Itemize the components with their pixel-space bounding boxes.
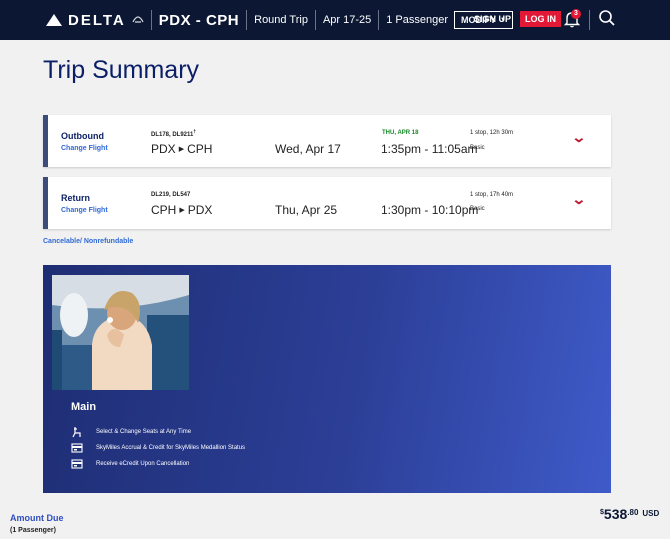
price-whole: 538 [603, 506, 628, 522]
expand-chevron-icon[interactable]: ⌄ [571, 191, 586, 208]
fare-class-title: Main [71, 401, 97, 413]
perk-item: Receive eCredit Upon Cancellation [71, 458, 189, 470]
flight-direction: Return [61, 193, 90, 203]
seat-select-icon [71, 426, 83, 438]
flight-card-outbound: Outbound Change Flight DL178, DL9211† PD… [43, 115, 611, 167]
flight-times: 1:35pm - 11:05am [381, 142, 478, 156]
destination-code: PDX [187, 203, 213, 217]
header-divider [314, 10, 316, 30]
perk-text: SkyMiles Accrual & Credit for SkyMiles M… [96, 445, 246, 451]
sign-up-link[interactable]: SIGN UP [474, 14, 511, 24]
flight-times: 1:30pm - 10:10pm [381, 203, 479, 217]
search-icon[interactable] [598, 9, 616, 27]
flight-number-footnote-mark: † [193, 129, 197, 135]
perk-item: Select & Change Seats at Any Time [71, 426, 191, 438]
delta-triangle-icon [46, 14, 62, 26]
destination-code: CPH [187, 142, 213, 156]
stops-duration: 1 stop, 12h 30m [470, 130, 514, 136]
trip-dates: Apr 17-25 [322, 14, 372, 26]
flight-route: CPH ▶ PDX [151, 203, 212, 217]
stops-duration: 1 stop, 17h 40m [470, 192, 514, 198]
amount-due-label: Amount Due [10, 513, 64, 523]
route-arrow-icon: ▶ [178, 146, 185, 153]
passenger-count: 1 Passenger [386, 14, 449, 26]
currency-code: USD [642, 509, 660, 518]
departure-date: Thu, Apr 25 [275, 203, 338, 217]
flight-card-return: Return Change Flight DL219, DL547 CPH ▶ … [43, 177, 611, 229]
flight-numbers: DL219, DL547 [151, 192, 191, 198]
origin-code: PDX [151, 142, 176, 156]
skymiles-card-icon [71, 442, 83, 454]
perk-item: SkyMiles Accrual & Credit for SkyMiles M… [71, 442, 245, 454]
delta-widget-icon [132, 14, 144, 27]
trip-type: Round Trip [254, 14, 308, 26]
fare-class: Basic [470, 206, 485, 212]
notification-badge: 3 [571, 9, 581, 19]
brand-name: DELTA [68, 11, 126, 29]
perk-text: Receive eCredit Upon Cancellation [96, 461, 190, 467]
total-price: $ 538 .80 USD [600, 506, 659, 522]
origin-code: CPH [151, 203, 177, 217]
flight-route: PDX ▶ CPH [151, 142, 212, 156]
arrival-date-note: THU, APR 18 [382, 130, 419, 136]
fare-promo-panel: Main Select & Change Seats at Any Time S… [43, 265, 611, 493]
ecredit-card-icon [71, 458, 83, 470]
price-cents: .80 [627, 508, 639, 517]
route-arrow-icon: ▶ [179, 207, 185, 214]
expand-chevron-icon[interactable]: ⌄ [571, 129, 586, 146]
flight-numbers: DL178, DL9211† [151, 129, 197, 138]
flight-direction: Outbound [61, 131, 104, 141]
header-divider [378, 10, 380, 30]
change-flight-link[interactable]: Change Flight [61, 145, 108, 152]
header-divider [150, 10, 152, 30]
fare-class: Basic [470, 145, 485, 151]
header-divider [246, 10, 248, 30]
departure-date: Wed, Apr 17 [275, 142, 341, 156]
page-title: Trip Summary [43, 56, 200, 84]
change-flight-link[interactable]: Change Flight [61, 207, 108, 214]
fare-policy-link[interactable]: Cancelable/ Nonrefundable [43, 238, 133, 245]
log-in-button[interactable]: LOG IN [520, 11, 561, 27]
passenger-photo [52, 275, 189, 390]
amount-due-passengers: (1 Passenger) [10, 527, 56, 534]
header-divider [589, 10, 590, 30]
perk-text: Select & Change Seats at Any Time [96, 429, 192, 435]
delta-logo[interactable]: DELTA [46, 12, 144, 29]
trip-route: PDX - CPH [158, 11, 240, 29]
